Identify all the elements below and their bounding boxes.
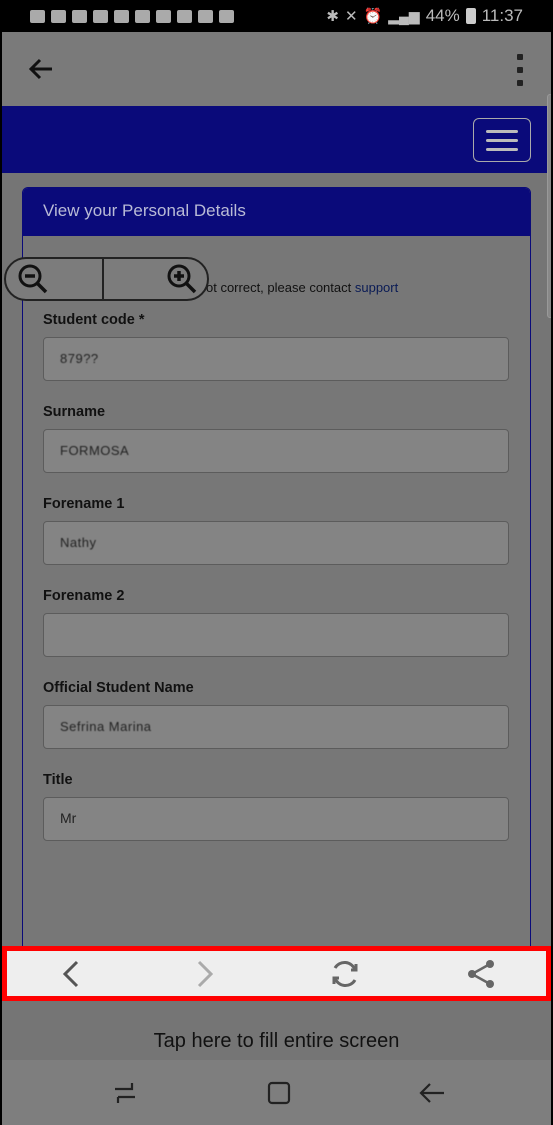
panel-heading: View your Personal Details xyxy=(23,188,530,236)
system-back-button[interactable] xyxy=(417,1078,447,1108)
home-icon xyxy=(267,1081,291,1105)
scroll-indicator xyxy=(547,94,551,318)
browser-back-button[interactable] xyxy=(54,958,88,990)
whatsapp-icon xyxy=(219,9,234,23)
chevron-left-icon xyxy=(62,960,79,988)
cloud-icon xyxy=(198,9,213,23)
alarm-icon: ⏰ xyxy=(363,8,383,25)
hamburger-menu-icon[interactable] xyxy=(473,118,531,162)
status-right: ✱ ✕ ⏰ ▂▄▆ 44% 11:37 xyxy=(326,6,523,26)
status-bar: ✱ ✕ ⏰ ▂▄▆ 44% 11:37 xyxy=(0,0,553,32)
student-code-label: Student code * xyxy=(43,312,145,328)
message-icon xyxy=(30,9,45,23)
forename1-field[interactable]: Nathy xyxy=(43,521,509,565)
personal-details-panel: View your Personal Details ot correct, p… xyxy=(22,187,531,967)
gallery-icon xyxy=(177,9,192,23)
apps-icon xyxy=(156,9,171,23)
browser-share-button[interactable] xyxy=(464,958,498,990)
mute-icon: ✕ xyxy=(344,8,358,25)
support-link[interactable]: support xyxy=(355,280,398,295)
surname-field[interactable]: FORMOSA xyxy=(43,429,509,473)
zoom-control xyxy=(4,257,209,301)
forename2-field[interactable] xyxy=(43,613,509,657)
usb-icon xyxy=(135,9,150,23)
app-icon xyxy=(72,9,87,23)
back-icon xyxy=(419,1083,444,1103)
site-header xyxy=(2,106,551,173)
clock: 11:37 xyxy=(481,6,523,25)
bluetooth-icon: ✱ xyxy=(326,8,339,25)
more-options-icon[interactable] xyxy=(515,54,525,86)
notice-text: ot correct, please contact support xyxy=(206,280,399,295)
fill-screen-hint[interactable]: Tap here to fill entire screen xyxy=(2,1022,551,1060)
app-toolbar xyxy=(2,32,551,106)
official-name-field[interactable]: Sefrina Marina xyxy=(43,705,509,749)
browser-forward-button[interactable] xyxy=(188,958,222,990)
zoom-in-button[interactable] xyxy=(101,259,208,299)
forename1-label: Forename 1 xyxy=(43,496,125,512)
share-icon xyxy=(468,960,494,988)
battery-icon xyxy=(465,8,476,24)
zoom-out-icon xyxy=(18,264,48,294)
messenger-icon xyxy=(51,9,66,23)
notification-icons xyxy=(30,9,234,23)
recents-icon xyxy=(115,1083,135,1103)
forename2-label: Forename 2 xyxy=(43,588,125,604)
chevron-right-icon xyxy=(197,960,214,988)
browser-nav-bar xyxy=(2,948,551,1000)
student-code-field[interactable]: 879?? xyxy=(43,337,509,381)
recents-button[interactable] xyxy=(110,1078,140,1108)
zoom-out-button[interactable] xyxy=(6,259,102,299)
title-label: Title xyxy=(43,772,73,788)
system-nav-bar xyxy=(2,1060,551,1125)
refresh-icon xyxy=(332,961,358,987)
mail-icon xyxy=(93,9,108,23)
gmail-icon xyxy=(114,9,129,23)
home-button[interactable] xyxy=(264,1078,294,1108)
zoom-in-icon xyxy=(167,264,197,294)
browser-refresh-button[interactable] xyxy=(328,958,362,990)
signal-icon: ▂▄▆ xyxy=(388,7,420,24)
title-field[interactable]: Mr xyxy=(43,797,509,841)
official-name-label: Official Student Name xyxy=(43,680,194,696)
surname-label: Surname xyxy=(43,404,106,420)
back-arrow-icon[interactable] xyxy=(26,54,56,84)
battery-percent: 44% xyxy=(425,6,460,25)
